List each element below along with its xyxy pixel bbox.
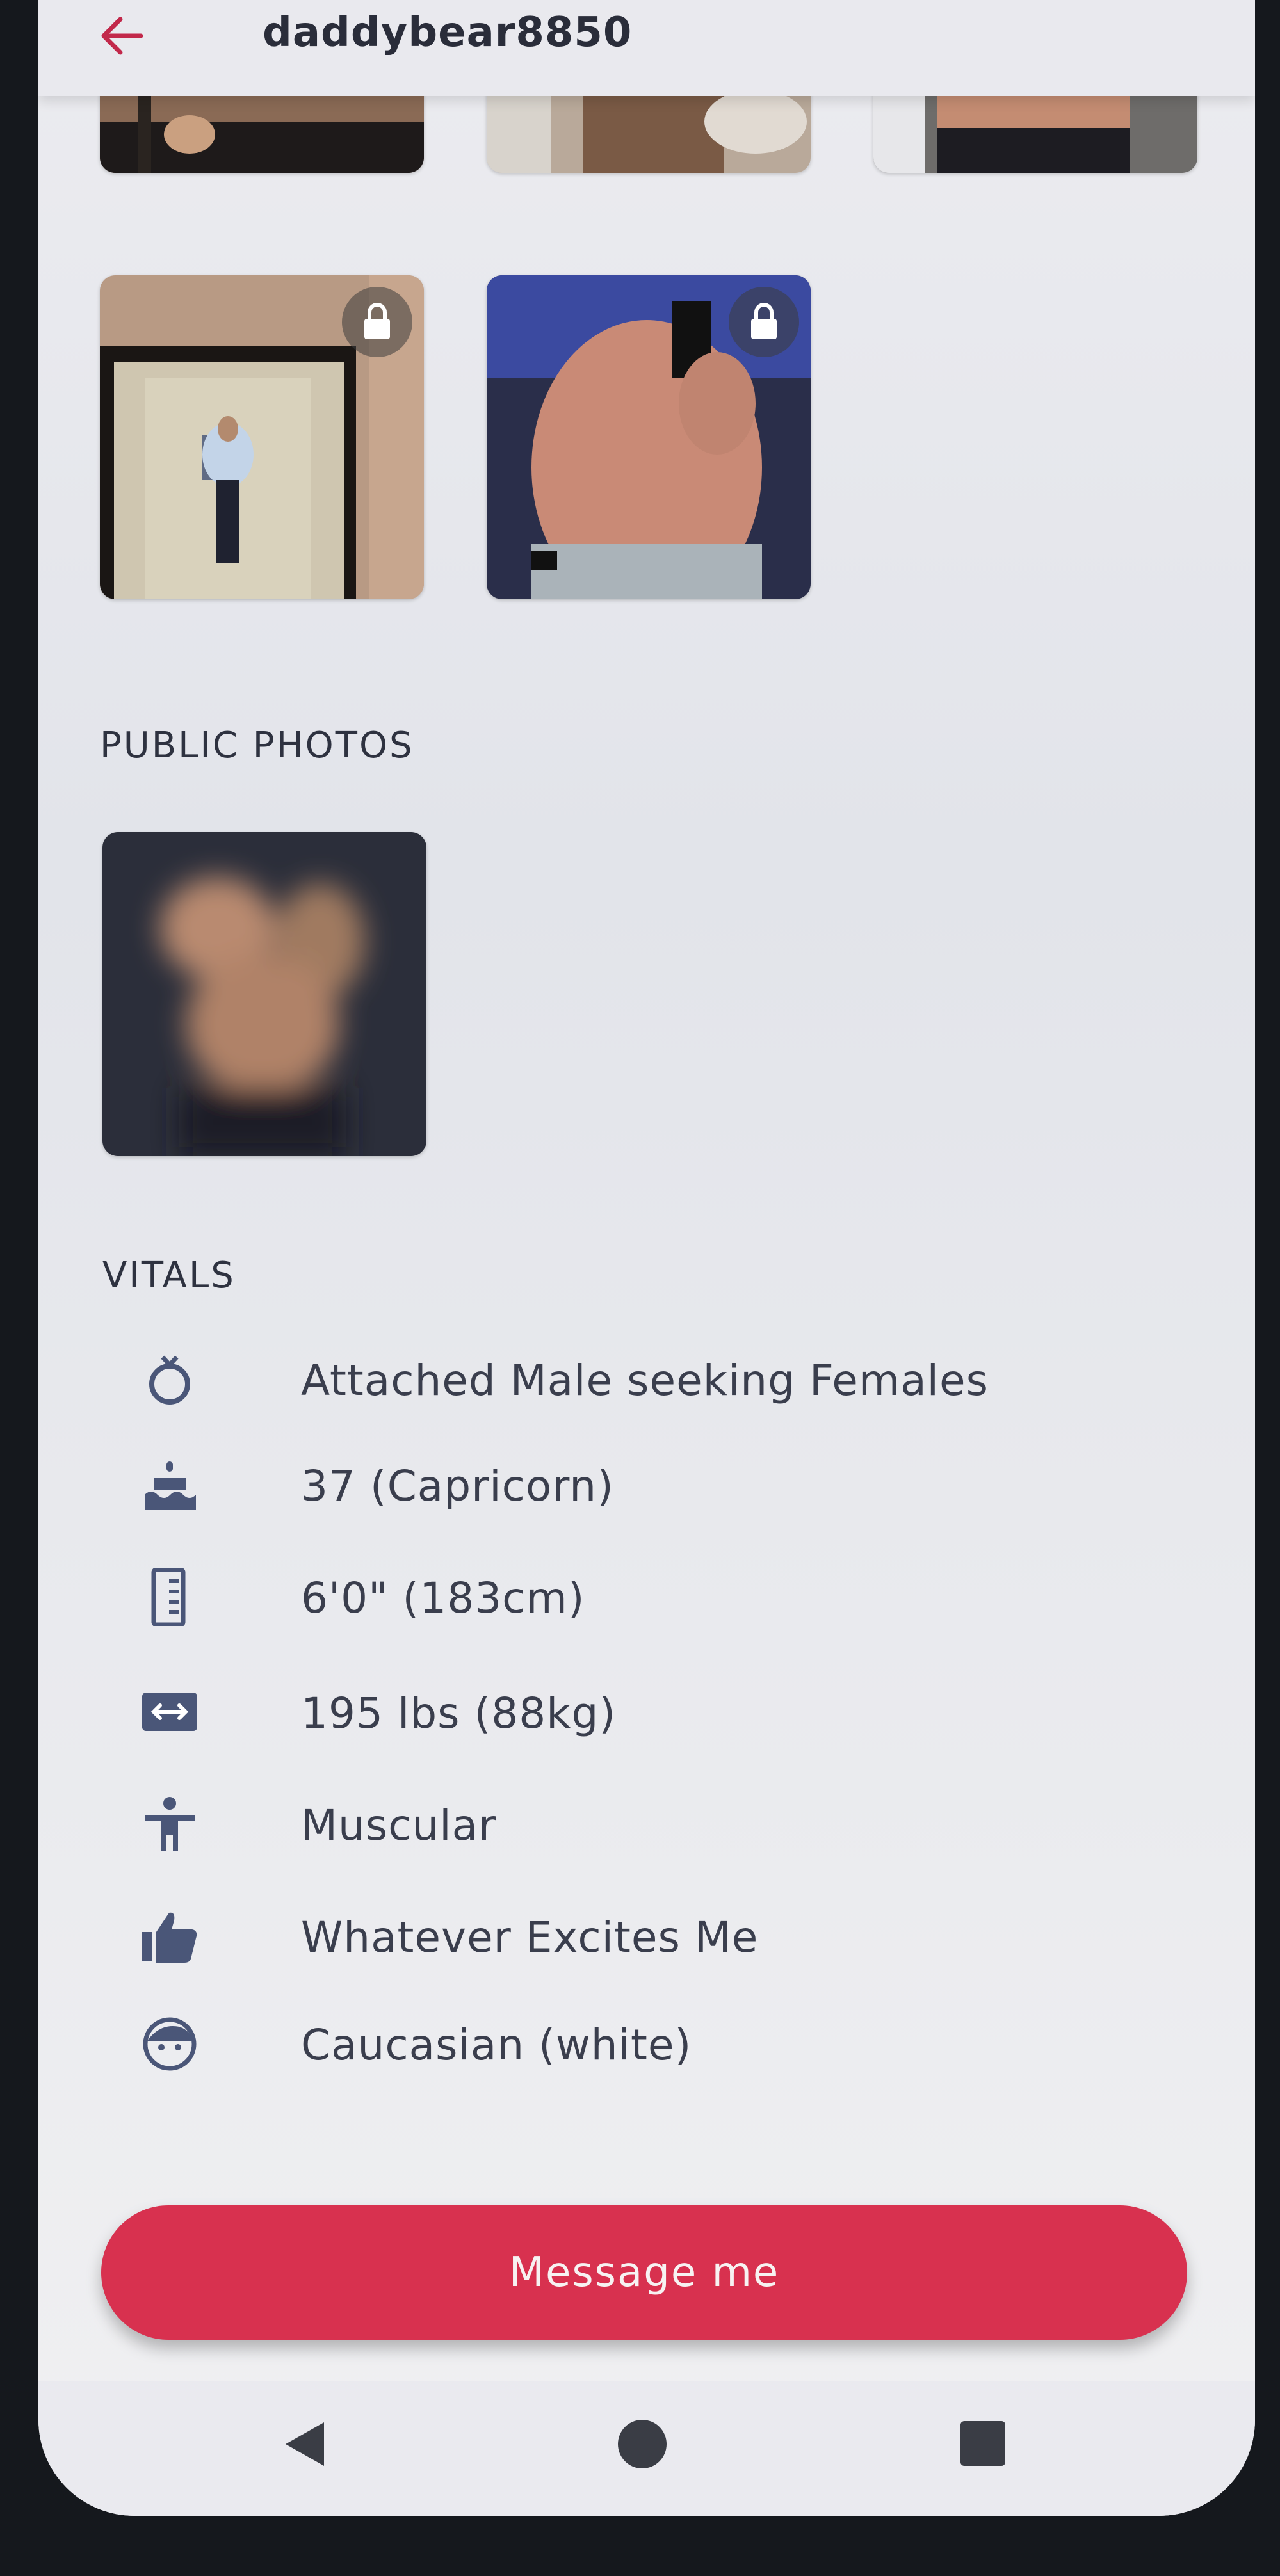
system-navigation-bar (38, 2381, 1255, 2516)
profile-header: daddybear8850 (38, 0, 1255, 96)
lock-badge (342, 287, 412, 357)
public-photos-heading: PUBLIC PHOTOS (100, 725, 414, 766)
message-me-button[interactable]: Message me (101, 2205, 1187, 2340)
device-frame: daddybear8850 PUBLIC PHOTOS VITALS Attac… (0, 0, 1280, 2576)
app-screen: daddybear8850 PUBLIC PHOTOS VITALS Attac… (38, 0, 1255, 2516)
nav-home-icon[interactable] (618, 2420, 667, 2468)
lock-icon (364, 303, 390, 339)
body-type-icon (145, 1797, 195, 1851)
vital-row: 37 (Capricorn) (96, 1450, 1185, 1520)
private-photo[interactable] (100, 275, 424, 599)
vital-text: 6'0" (183cm) (301, 1574, 585, 1623)
vital-row: Whatever Excites Me (96, 1901, 1185, 1972)
gender-ring-icon (149, 1355, 190, 1405)
public-photo[interactable] (102, 832, 426, 1156)
vital-row: Muscular (96, 1789, 1185, 1860)
back-arrow-icon[interactable] (96, 10, 147, 61)
vital-row: 195 lbs (88kg) (96, 1677, 1185, 1748)
vitals-heading: VITALS (102, 1255, 236, 1296)
vital-row: 6'0" (183cm) (96, 1562, 1185, 1632)
face-icon (143, 2017, 197, 2071)
vital-text: Attached Male seeking Females (301, 1356, 989, 1405)
vital-row: Attached Male seeking Females (96, 1344, 1185, 1415)
profile-username: daddybear8850 (263, 9, 633, 56)
vital-text: 37 (Capricorn) (301, 1461, 614, 1511)
lock-icon (751, 303, 777, 339)
vital-row: Caucasian (white) (96, 2009, 1185, 2079)
nav-recents-icon[interactable] (960, 2421, 1005, 2466)
vital-text: Whatever Excites Me (301, 1913, 759, 1962)
nav-back-icon[interactable] (282, 2420, 327, 2468)
vital-text: Muscular (301, 1801, 497, 1850)
ruler-icon (151, 1568, 186, 1626)
vital-text: Caucasian (white) (301, 2020, 692, 2070)
private-photo[interactable] (487, 275, 811, 599)
birthday-cake-icon (145, 1461, 196, 1510)
lock-badge (729, 287, 799, 357)
weight-arrows-icon (142, 1693, 197, 1731)
thumbs-up-icon (142, 1912, 197, 1963)
vital-text: 195 lbs (88kg) (301, 1689, 617, 1738)
